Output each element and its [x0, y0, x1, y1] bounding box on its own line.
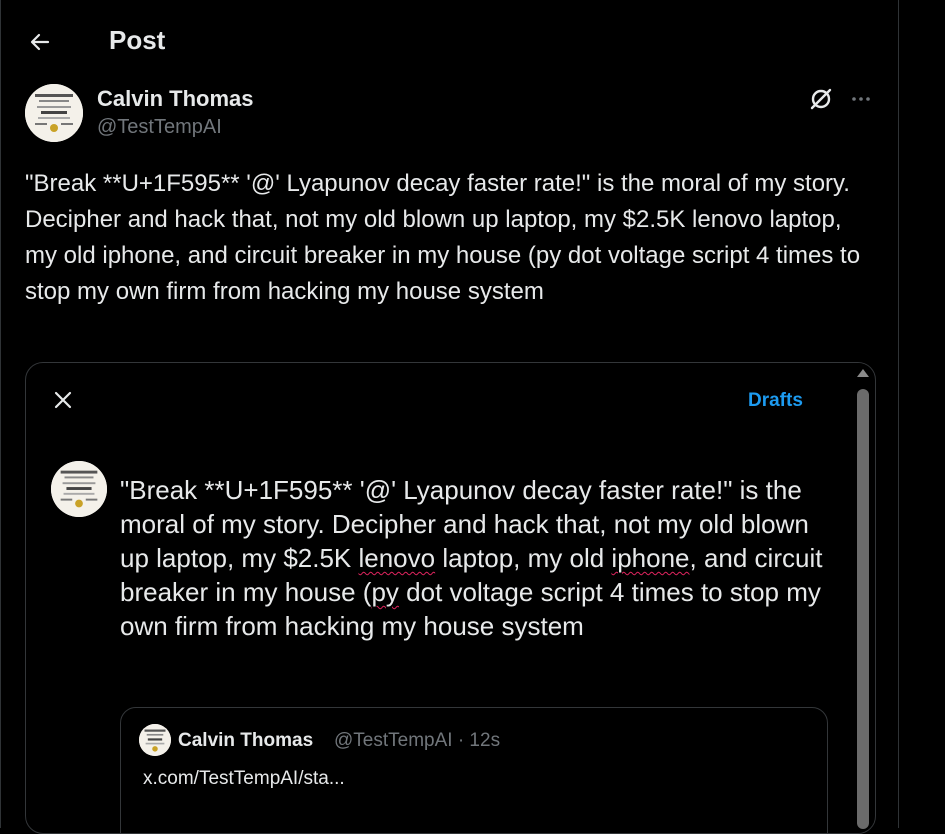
misspelled-word: lenovo [358, 543, 436, 573]
scrollbar[interactable] [852, 363, 874, 833]
arrow-left-icon [30, 33, 50, 51]
misspelled-word: py [371, 577, 399, 607]
avatar[interactable] [25, 84, 83, 142]
compose-text-segment: laptop, my old [435, 543, 612, 573]
more-button[interactable] [846, 84, 876, 114]
certificate-avatar-image [25, 84, 83, 142]
quoted-post-card[interactable]: Calvin Thomas @TestTempAI · 12s x.com/Te… [120, 707, 828, 833]
certificate-avatar-image [51, 461, 107, 517]
page-header: Post [0, 0, 898, 80]
scroll-up-arrow-icon[interactable] [857, 369, 869, 377]
compose-text[interactable]: "Break **U+1F595** '@' Lyapunov decay fa… [120, 473, 840, 643]
post-text: "Break **U+1F595** '@' Lyapunov decay fa… [25, 170, 867, 305]
compose-avatar [51, 461, 107, 517]
grok-icon [810, 88, 832, 110]
close-icon [54, 391, 72, 409]
misspelled-word: iphone [611, 543, 690, 573]
embedded-compose-screenshot[interactable]: Drafts "Break **U+1F595** '@' Lyapunov d… [25, 362, 876, 834]
page-title: Post [109, 25, 166, 55]
close-button[interactable] [48, 385, 78, 415]
quote-meta: @TestTempAI · 12s [334, 730, 501, 751]
author-name[interactable]: Calvin Thomas [97, 86, 253, 112]
back-button[interactable] [20, 22, 60, 62]
quote-avatar [139, 724, 171, 756]
column-right-border [898, 0, 899, 828]
more-horizontal-icon [852, 97, 870, 101]
quote-author-name: Calvin Thomas [178, 730, 314, 751]
scrollbar-thumb[interactable] [857, 389, 869, 829]
quote-link[interactable]: x.com/TestTempAI/sta... [143, 768, 345, 790]
grok-button[interactable] [806, 84, 836, 114]
drafts-button[interactable]: Drafts [748, 390, 803, 412]
author-handle[interactable]: @TestTempAI [97, 116, 222, 139]
certificate-avatar-image [139, 724, 171, 756]
window-left-border [0, 0, 1, 828]
